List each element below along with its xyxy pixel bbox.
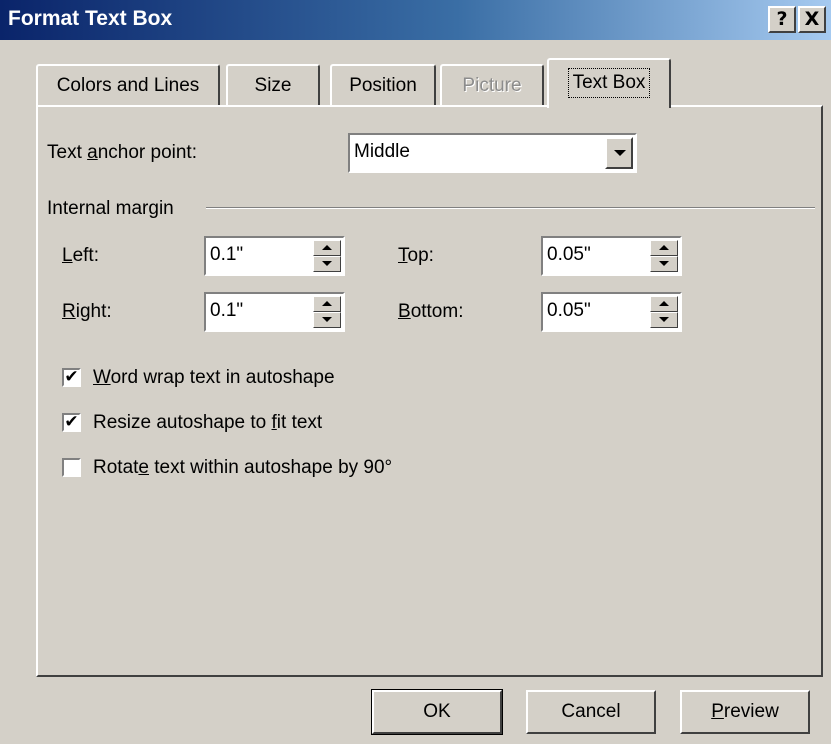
top-margin-label: Top: <box>398 245 434 266</box>
group-divider <box>206 207 815 209</box>
left-margin-value: 0.1" <box>210 244 244 265</box>
rotate-text-checkbox[interactable] <box>62 458 81 477</box>
spin-down-button[interactable] <box>650 256 678 272</box>
top-margin-value: 0.05" <box>547 244 591 265</box>
tab-label: Colors and Lines <box>56 75 200 96</box>
spin-down-button[interactable] <box>313 312 341 328</box>
tab-picture: Picture <box>440 64 544 106</box>
arrow-up-icon <box>322 245 332 250</box>
check-icon: ✔ <box>64 412 79 432</box>
left-margin-spinner[interactable]: 0.1" <box>204 236 345 276</box>
tab-panel-text-box <box>36 105 823 677</box>
anchor-point-select[interactable]: Middle <box>348 133 637 173</box>
right-margin-spinner[interactable]: 0.1" <box>204 292 345 332</box>
tab-label: Size <box>254 75 292 96</box>
right-margin-label: Right: <box>62 301 112 322</box>
arrow-up-icon <box>322 301 332 306</box>
arrow-down-icon <box>322 317 332 322</box>
top-margin-spinner[interactable]: 0.05" <box>541 236 682 276</box>
tab-text-box[interactable]: Text Box <box>547 58 671 108</box>
help-button[interactable]: ? <box>768 6 796 33</box>
spin-up-button[interactable] <box>313 240 341 256</box>
spin-down-button[interactable] <box>313 256 341 272</box>
tab-colors-and-lines[interactable]: Colors and Lines <box>36 64 220 106</box>
tab-size[interactable]: Size <box>226 64 320 106</box>
dropdown-button[interactable] <box>605 137 633 169</box>
arrow-down-icon <box>322 261 332 266</box>
cancel-button[interactable]: Cancel <box>526 690 656 734</box>
bottom-margin-value: 0.05" <box>547 300 591 321</box>
window-title: Format Text Box <box>8 7 173 30</box>
check-icon: ✔ <box>64 367 79 387</box>
resize-autoshape-label[interactable]: Resize autoshape to fit text <box>93 412 322 434</box>
arrow-up-icon <box>659 245 669 250</box>
tab-label: Text Box <box>567 68 651 98</box>
close-button[interactable]: X <box>798 6 826 33</box>
word-wrap-label[interactable]: Word wrap text in autoshape <box>93 367 335 389</box>
arrow-up-icon <box>659 301 669 306</box>
tab-label: Position <box>349 75 417 96</box>
anchor-point-label: Text anchor point: <box>47 142 197 163</box>
ok-button[interactable]: OK <box>371 689 503 735</box>
arrow-down-icon <box>659 261 669 266</box>
anchor-point-value: Middle <box>354 141 410 162</box>
resize-autoshape-checkbox[interactable]: ✔ <box>62 413 81 432</box>
internal-margin-label: Internal margin <box>47 198 174 219</box>
rotate-text-label[interactable]: Rotate text within autoshape by 90° <box>93 457 392 479</box>
word-wrap-checkbox[interactable]: ✔ <box>62 368 81 387</box>
bottom-margin-label: Bottom: <box>398 301 464 322</box>
chevron-down-icon <box>614 150 626 156</box>
tab-position[interactable]: Position <box>330 64 436 106</box>
title-bar: Format Text Box ? X <box>0 0 831 40</box>
spin-down-button[interactable] <box>650 312 678 328</box>
left-margin-label: Left: <box>62 245 99 266</box>
spin-up-button[interactable] <box>650 296 678 312</box>
tab-label: Picture <box>462 75 522 96</box>
spin-up-button[interactable] <box>650 240 678 256</box>
right-margin-value: 0.1" <box>210 300 244 321</box>
spin-up-button[interactable] <box>313 296 341 312</box>
arrow-down-icon <box>659 317 669 322</box>
bottom-margin-spinner[interactable]: 0.05" <box>541 292 682 332</box>
preview-button[interactable]: Preview <box>680 690 810 734</box>
